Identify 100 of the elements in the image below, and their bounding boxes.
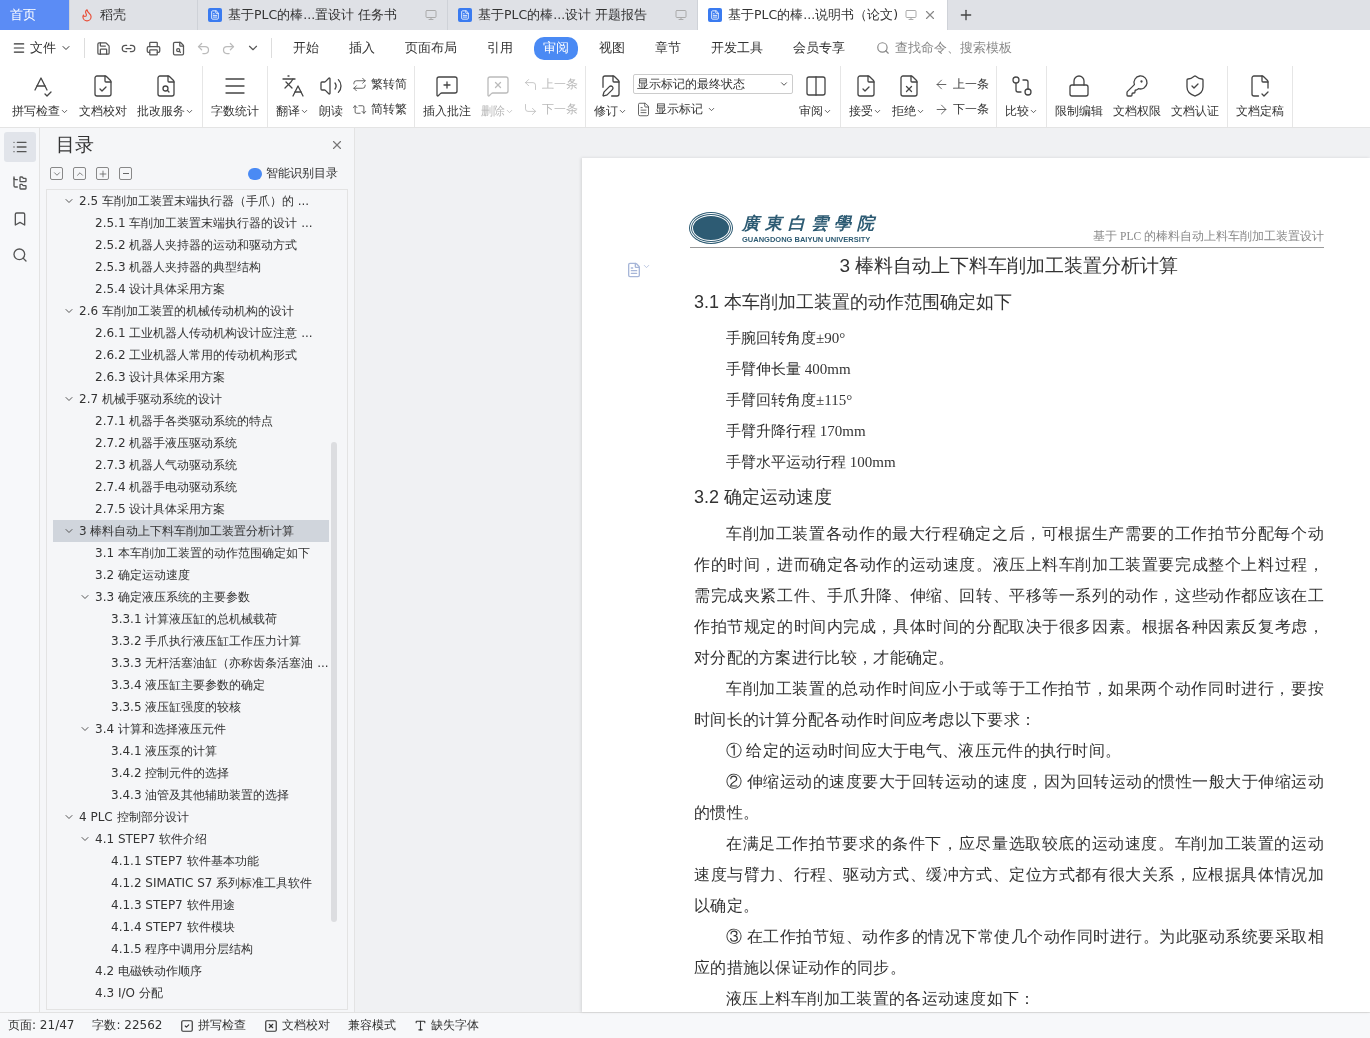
toc-item[interactable]: 2.7.2 机器手液压驱动系统 [53, 432, 329, 454]
print-icon[interactable] [146, 40, 161, 56]
toc-item[interactable]: 2.6.2 工业机器人常用的传动机构形式 [53, 344, 329, 366]
close-icon[interactable] [923, 8, 937, 22]
comment-plus-icon [435, 73, 459, 98]
toc-item[interactable]: 2.5.4 设计具体采用方案 [53, 278, 329, 300]
monitor-icon[interactable] [675, 9, 687, 21]
preview-icon[interactable] [171, 40, 186, 56]
menu-tab[interactable]: 插入 [340, 36, 384, 60]
ribbon-button[interactable]: 下一条 [931, 99, 992, 119]
redo-icon[interactable] [221, 40, 236, 56]
menu-tab[interactable]: 开发工具 [702, 36, 772, 60]
monitor-icon[interactable] [905, 9, 917, 21]
close-icon[interactable] [330, 138, 344, 152]
ribbon-button[interactable]: 字数统计 [207, 71, 263, 122]
toc-item[interactable]: 2.6 车削加工装置的机械传动机构的设计 [53, 300, 329, 322]
search-field[interactable]: 查找命令、搜索模板 [893, 40, 1033, 56]
ribbon-button[interactable]: 文档权限 [1109, 71, 1165, 122]
toc-item[interactable]: 2.7.3 机器人气动驱动系统 [53, 454, 329, 476]
menu-tab[interactable]: 页面布局 [396, 36, 466, 60]
toc-item[interactable]: 2.7 机械手驱动系统的设计 [53, 388, 329, 410]
ribbon-button[interactable]: 拒绝 [888, 71, 929, 122]
toc-item[interactable]: 4.1 STEP7 软件介绍 [53, 828, 329, 850]
toc-item[interactable]: 3.1 本车削加工装置的动作范围确定如下 [53, 542, 329, 564]
menu-tab[interactable]: 视图 [590, 36, 634, 60]
toc-item[interactable]: 3.3.2 手爪执行液压缸工作压力计算 [53, 630, 329, 652]
chapter-heading: 3 棒料自动上下料车削加工装置分析计算 [838, 254, 1180, 278]
save-icon[interactable] [96, 40, 111, 56]
document-tab[interactable]: 基于PLC的棒...说明书（论文) [698, 0, 948, 30]
status-button[interactable]: 拼写检查 [180, 1017, 257, 1034]
toc-item[interactable]: 3.3.3 无杆活塞油缸（亦称齿条活塞油 ... [53, 652, 329, 674]
ribbon-button[interactable]: 审阅 [795, 71, 836, 122]
toc-item[interactable]: 4.2 电磁铁动作顺序 [53, 960, 329, 982]
collapse-icon[interactable] [119, 167, 132, 180]
expand-icon[interactable] [96, 167, 109, 180]
toc-item[interactable]: 4.1.1 STEP7 软件基本功能 [53, 850, 329, 872]
toc-item[interactable]: 3.3 确定液压系统的主要参数 [53, 586, 329, 608]
monitor-icon[interactable] [425, 9, 437, 21]
ribbon-button[interactable]: 比较 [1001, 71, 1042, 122]
ribbon-button[interactable]: 文档定稿 [1232, 71, 1288, 122]
undo-icon[interactable] [196, 40, 211, 56]
toc-item[interactable]: 3.4.1 液压泵的计算 [53, 740, 329, 762]
ribbon-button[interactable]: 拼写检查 [8, 71, 73, 122]
menu-tab[interactable]: 章节 [646, 36, 690, 60]
search-icon [876, 41, 890, 55]
toc-item[interactable]: 3.4 计算和选择液压元件 [53, 718, 329, 740]
ribbon-button[interactable]: 繁转简 [349, 74, 410, 94]
ribbon-button[interactable]: 插入批注 [419, 71, 475, 122]
scrollbar[interactable] [331, 442, 337, 922]
ribbon-button[interactable]: 显示标记 [633, 100, 793, 119]
chevron-down-icon[interactable] [50, 167, 63, 180]
toc-item[interactable]: 3.2 确定运动速度 [53, 564, 329, 586]
menu-tab[interactable]: 开始 [284, 36, 328, 60]
ribbon-button[interactable]: 朗读 [315, 71, 347, 122]
ribbon-button[interactable]: 文档认证 [1167, 71, 1223, 122]
toc-item[interactable]: 2.6.1 工业机器人传动机构设计应注意 ... [53, 322, 329, 344]
ribbon-button[interactable]: 简转繁 [349, 99, 410, 119]
menu-tab[interactable]: 会员专享 [784, 36, 854, 60]
toc-item[interactable]: 4.1.5 程序中调用分层结构 [53, 938, 329, 960]
status-button[interactable]: 缺失字体 [414, 1017, 490, 1034]
ribbon-button[interactable]: 翻译 [272, 71, 313, 122]
ribbon-button[interactable]: 文档校对 [75, 71, 131, 122]
toc-item[interactable]: 4.1.4 STEP7 软件模块 [53, 916, 329, 938]
toc-item[interactable]: 2.7.4 机器手电动驱动系统 [53, 476, 329, 498]
toc-item[interactable]: 3.3.1 计算液压缸的总机械载荷 [53, 608, 329, 630]
toc-item[interactable]: 3.4.2 控制元件的选择 [53, 762, 329, 784]
toc-item[interactable]: 3.4.3 油管及其他辅助装置的选择 [53, 784, 329, 806]
file-menu[interactable]: 文件 [8, 39, 76, 57]
document-icon[interactable] [626, 262, 651, 278]
toc-item[interactable]: 3.3.4 液压缸主要参数的确定 [53, 674, 329, 696]
toc-icon[interactable] [3, 132, 36, 162]
section-heading: 3.1 本车削加工装置的动作范围确定如下 [694, 291, 1014, 314]
toc-item[interactable]: 4.3 I/O 分配 [53, 982, 329, 1004]
toc-item[interactable]: 3.3.5 液压缸强度的较核 [53, 696, 329, 718]
menu-tab[interactable]: 引用 [478, 36, 522, 60]
checkbox-icon [180, 1018, 195, 1033]
toc-item[interactable]: 2.5.2 机器人夹持器的运动和驱动方式 [53, 234, 329, 256]
ribbon-button[interactable]: 修订 [590, 71, 631, 122]
smart-toc-button[interactable]: 智能识别目录 [242, 164, 344, 183]
document-w-icon [708, 8, 722, 22]
toc-item[interactable]: 3 棒料自动上下料车削加工装置分析计算 [53, 520, 329, 542]
status-text: 字数: 22562 [92, 1017, 164, 1034]
toc-item[interactable]: 2.6.3 设计具体采用方案 [53, 366, 329, 388]
ribbon-button[interactable]: 接受 [845, 71, 886, 122]
toc-item[interactable]: 2.5 车削加工装置末端执行器（手爪）的 ... [53, 190, 329, 212]
toc-item[interactable]: 2.7.1 机器手各类驱动系统的特点 [53, 410, 329, 432]
ribbon-button[interactable]: 限制编辑 [1051, 71, 1107, 122]
toc-item[interactable]: 2.5.3 机器人夹持器的典型结构 [53, 256, 329, 278]
status-button[interactable]: 文档校对 [264, 1017, 341, 1034]
toc-item[interactable]: 2.7.5 设计具体采用方案 [53, 498, 329, 520]
markup-select[interactable]: 显示标记的最终状态 [633, 74, 793, 94]
chevron-up-icon[interactable] [73, 167, 86, 180]
ribbon-button[interactable]: 批改服务 [133, 71, 198, 122]
toc-item[interactable]: 2.5.1 车削加工装置末端执行器的设计 ... [53, 212, 329, 234]
toc-item[interactable]: 4.1.2 SIMATIC S7 系列标准工具软件 [53, 872, 329, 894]
proof-icon [264, 1018, 279, 1033]
toc-item[interactable]: 4 PLC 控制部分设计 [53, 806, 329, 828]
ribbon-button[interactable]: 上一条 [931, 74, 992, 94]
toc-item[interactable]: 4.1.3 STEP7 软件用途 [53, 894, 329, 916]
paragraph: ② 伸缩运动的速度要大于回转运动的速度，因为回转运动的惯性一般大于伸缩运动的惯性。 [694, 772, 1324, 823]
